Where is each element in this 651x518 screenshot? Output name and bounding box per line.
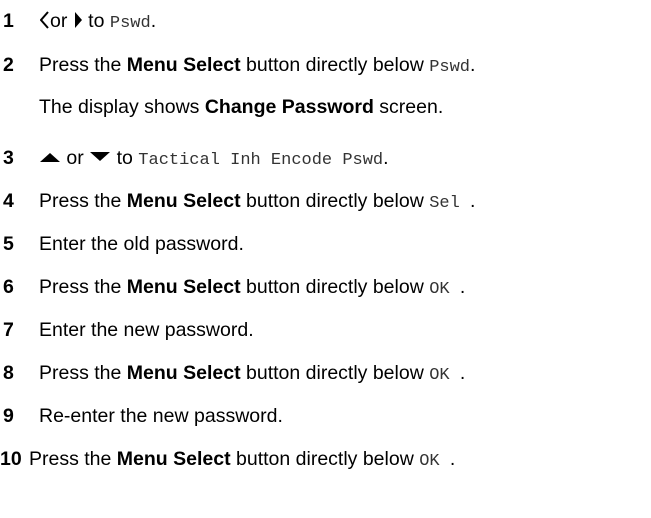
- menu-target: OK: [429, 366, 460, 385]
- step-text: The display shows Change Password screen…: [39, 96, 444, 118]
- step-number: 5: [3, 233, 14, 255]
- or-word: or: [50, 10, 68, 32]
- procedure-document: 1 or to Pswd. 2 Press the Menu Select bu…: [0, 0, 651, 518]
- step-number: 8: [3, 362, 14, 384]
- button-name: Menu Select: [126, 54, 241, 76]
- step-number: 3: [3, 147, 14, 169]
- menu-target: OK: [429, 280, 460, 299]
- right-arrow-icon: [74, 11, 82, 28]
- step-text: Enter the new password.: [39, 319, 254, 341]
- step-number: 10: [0, 448, 22, 470]
- step-number: 1: [3, 10, 14, 32]
- step-text: Press the Menu Select button directly be…: [39, 362, 466, 385]
- menu-target: Pswd: [429, 58, 471, 77]
- left-arrow-icon: [40, 11, 49, 29]
- menu-target: OK: [419, 452, 450, 471]
- menu-target: Tactical Inh Encode Pswd: [138, 151, 384, 170]
- step-text: Press the Menu Select button directly be…: [29, 448, 456, 471]
- button-name: Menu Select: [126, 276, 241, 298]
- menu-target: Sel: [429, 194, 471, 213]
- to-word: to: [111, 147, 139, 169]
- step-text: Press the Menu Select button directly be…: [39, 54, 476, 77]
- step-text: Press the Menu Select button directly be…: [39, 190, 476, 213]
- step-text: or to Pswd.: [40, 7, 156, 38]
- step-number: 7: [3, 319, 14, 341]
- screen-name: Change Password: [204, 96, 374, 118]
- step-number: 9: [3, 405, 14, 427]
- down-arrow-icon: [90, 151, 111, 161]
- button-name: Menu Select: [126, 362, 241, 384]
- step-number: 2: [3, 54, 14, 76]
- step-text: Press the Menu Select button directly be…: [39, 276, 466, 299]
- button-name: Menu Select: [126, 190, 241, 212]
- step-text: Enter the old password.: [39, 233, 244, 255]
- step-text: or to Tactical Inh Encode Pswd.: [39, 144, 389, 175]
- menu-target: Pswd: [109, 14, 151, 33]
- to-word: to: [82, 10, 110, 32]
- step-number: 6: [3, 276, 14, 298]
- or-word: or: [61, 147, 90, 169]
- step-number: 4: [3, 190, 14, 212]
- button-name: Menu Select: [116, 448, 231, 470]
- up-arrow-icon: [40, 152, 60, 162]
- step-text: Re-enter the new password.: [39, 405, 283, 427]
